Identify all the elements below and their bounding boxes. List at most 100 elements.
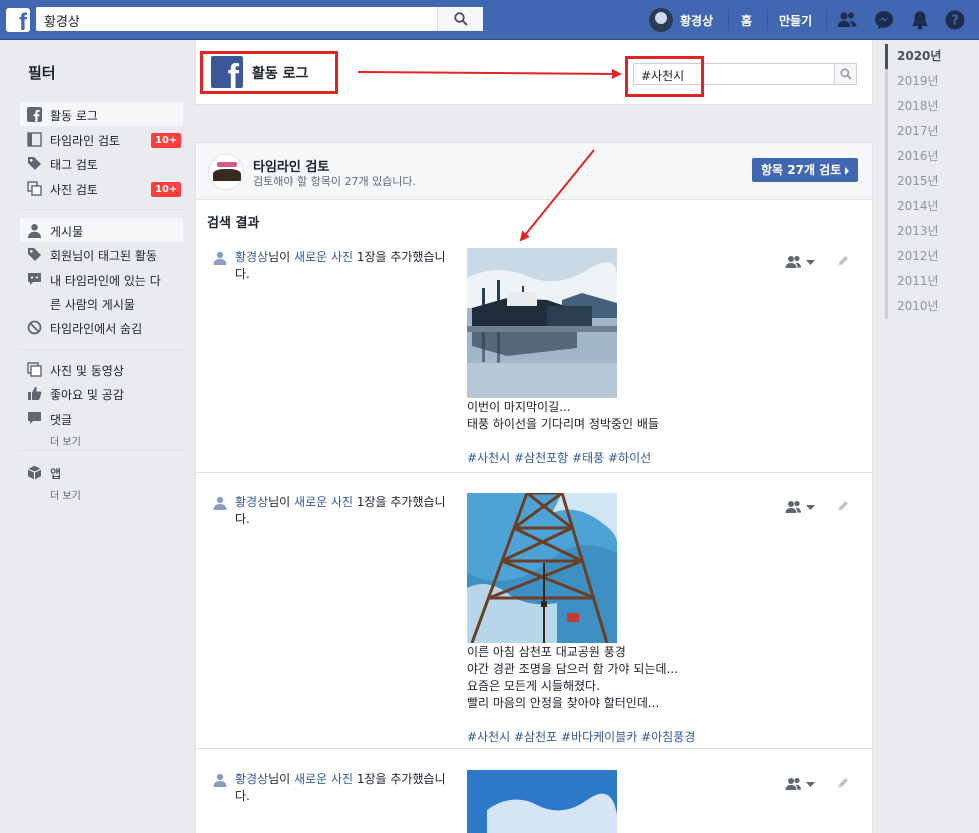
post-caption: 이번이 마지막이길... 태풍 하이선을 기다리며 정박중인 배들 #사천시 #… (467, 399, 727, 467)
post-summary: 황경상님이 새로운 사진 1장을 추가했습니다. (235, 771, 457, 805)
sidebar-item-photo-review[interactable]: 사진 검토 10+ (20, 176, 183, 200)
review-items-button[interactable]: 항목 27개 검토 (752, 158, 858, 182)
global-search-input[interactable]: 황경상 (36, 7, 483, 31)
block-icon (27, 320, 42, 335)
person-icon (213, 251, 227, 265)
action-link[interactable]: 새로운 사진 (294, 495, 353, 509)
post-summary: 황경상님이 새로운 사진 1장을 추가했습니다. (235, 249, 457, 283)
author-link[interactable]: 황경상 (235, 250, 268, 264)
messenger-icon[interactable] (873, 9, 895, 31)
post-summary-text: 님이 (268, 495, 295, 509)
filter-title: 필터 (28, 64, 56, 82)
sidebar-item-likes-reactions[interactable]: 좋아요 및 공감 (20, 381, 183, 405)
year-link[interactable]: 2011년 (888, 269, 945, 294)
nav-divider (728, 10, 729, 30)
year-link[interactable]: 2014년 (888, 194, 945, 219)
review-subtitle: 검토해야 할 항목이 27개 있습니다. (253, 175, 417, 188)
action-link[interactable]: 새로운 사진 (294, 250, 353, 264)
year-link[interactable]: 2013년 (888, 219, 945, 244)
sidebar-more-link[interactable]: 더 보기 (50, 433, 81, 448)
year-link[interactable]: 2017년 (888, 119, 945, 144)
sidebar-item-label: 사진 및 동영상 (50, 364, 124, 378)
year-link[interactable]: 2018년 (888, 94, 945, 119)
person-icon (213, 773, 227, 787)
post-photo[interactable] (467, 770, 617, 833)
post-photo[interactable] (467, 248, 617, 398)
chevron-right-icon (845, 167, 849, 175)
sidebar-item-activity-log[interactable]: 활동 로그 (20, 102, 183, 126)
like-icon (28, 387, 42, 400)
annotation-highlight-box (200, 51, 338, 94)
tag-icon (28, 157, 41, 170)
audience-friends-dropdown[interactable] (785, 254, 817, 270)
list-item: 황경상님이 새로운 사진 1장을 추가했습니다. (196, 770, 872, 833)
year-navigator: 2020년 2019년 2018년 2017년 2016년 2015년 2014… (885, 44, 945, 319)
post-hashtags[interactable]: #사천시 #삼천포항 #태풍 #하이선 (467, 450, 727, 467)
person-icon (28, 224, 41, 238)
year-link[interactable]: 2010년 (888, 294, 945, 319)
caption-line: 요즘은 모든게 시들해졌다. (467, 679, 600, 693)
sidebar-item-label: 활동 로그 (50, 109, 98, 123)
action-link[interactable]: 새로운 사진 (294, 772, 353, 786)
sidebar-item-label: 회원님이 태그된 활동 (50, 249, 157, 263)
year-link[interactable]: 2020년 (885, 44, 945, 69)
annotation-highlight-box (625, 56, 704, 97)
help-icon[interactable]: ? (944, 9, 966, 31)
post-hashtags[interactable]: #사천시 #삼천포 #바다케이블카 #아침풍경 (467, 729, 727, 746)
search-results: 검색 결과 황경상님이 새로운 사진 1장을 추가했습니다. 이번이 마지막이길… (195, 199, 873, 833)
sidebar-item-apps[interactable]: 앱 (20, 460, 183, 484)
review-thumbnail (208, 154, 244, 190)
sidebar-item-tagged-activity[interactable]: 회원님이 태그된 활동 (20, 242, 183, 266)
tag-icon (28, 248, 41, 261)
sidebar-item-label: 타임라인에서 숨김 (50, 322, 143, 336)
sidebar-item-label: 댓글 (50, 413, 73, 427)
activity-search-button[interactable] (834, 64, 856, 84)
post-summary-text: 님이 (268, 250, 295, 264)
sidebar-item-label: 좋아요 및 공감 (50, 388, 124, 402)
global-search-button[interactable] (437, 7, 483, 31)
nav-home-link[interactable]: 홈 (741, 12, 752, 29)
author-link[interactable]: 황경상 (235, 495, 268, 509)
profile-name: 황경상 (680, 14, 714, 28)
edit-pencil-icon[interactable] (836, 776, 850, 790)
audience-friends-dropdown[interactable] (785, 499, 817, 515)
sidebar-more-link[interactable]: 더 보기 (50, 487, 81, 502)
notifications-bell-icon[interactable] (909, 9, 931, 31)
sidebar-item-posts[interactable]: 게시물 (20, 218, 183, 242)
post-photo[interactable] (467, 493, 617, 643)
photos-icon (27, 181, 42, 196)
nav-divider (767, 10, 768, 30)
audience-friends-dropdown[interactable] (785, 776, 817, 792)
year-link[interactable]: 2016년 (888, 144, 945, 169)
comment-icon (28, 273, 41, 285)
sidebar-item-label: 내 타임라인에 있는 다 (50, 274, 161, 288)
sidebar-item-hidden[interactable]: 타임라인에서 숨김 (20, 315, 183, 339)
year-link[interactable]: 2019년 (888, 69, 945, 94)
sidebar-item-photos-videos[interactable]: 사진 및 동영상 (20, 357, 183, 381)
comment-icon (28, 412, 41, 424)
sidebar-item-comments[interactable]: 댓글 (20, 406, 183, 430)
sidebar-item-label: 른 사람의 게시물 (50, 298, 135, 312)
facebook-logo-icon[interactable]: f (6, 8, 30, 32)
author-link[interactable]: 황경상 (235, 772, 268, 786)
edit-pencil-icon[interactable] (836, 254, 850, 268)
sidebar-item-tag-review[interactable]: 태그 검토 (20, 151, 183, 175)
year-link[interactable]: 2012년 (888, 244, 945, 269)
sidebar-item-others-posts-cont[interactable]: 른 사람의 게시물 (20, 291, 183, 315)
sidebar-item-label: 사진 검토 (50, 183, 98, 197)
list-item: 황경상님이 새로운 사진 1장을 추가했습니다. 이번이 마지막이길... 태풍… (196, 248, 872, 472)
post-summary-text: 님이 (268, 772, 295, 786)
search-icon (840, 68, 852, 80)
sidebar-item-others-posts[interactable]: 내 타임라인에 있는 다 (20, 267, 183, 291)
svg-text:?: ? (951, 14, 959, 29)
avatar (649, 8, 673, 32)
nav-create-link[interactable]: 만들기 (779, 12, 812, 29)
caption-line: 태풍 하이선을 기다리며 정박중인 배들 (467, 417, 659, 431)
notification-badge: 10+ (151, 182, 182, 197)
year-link[interactable]: 2015년 (888, 169, 945, 194)
sidebar-item-timeline-review[interactable]: 타임라인 검토 10+ (20, 127, 183, 151)
notification-badge: 10+ (151, 133, 182, 148)
caption-line: 빨리 마음의 안정을 찾아야 할터인데... (467, 696, 660, 710)
edit-pencil-icon[interactable] (836, 499, 850, 513)
friend-requests-icon[interactable] (836, 9, 858, 31)
